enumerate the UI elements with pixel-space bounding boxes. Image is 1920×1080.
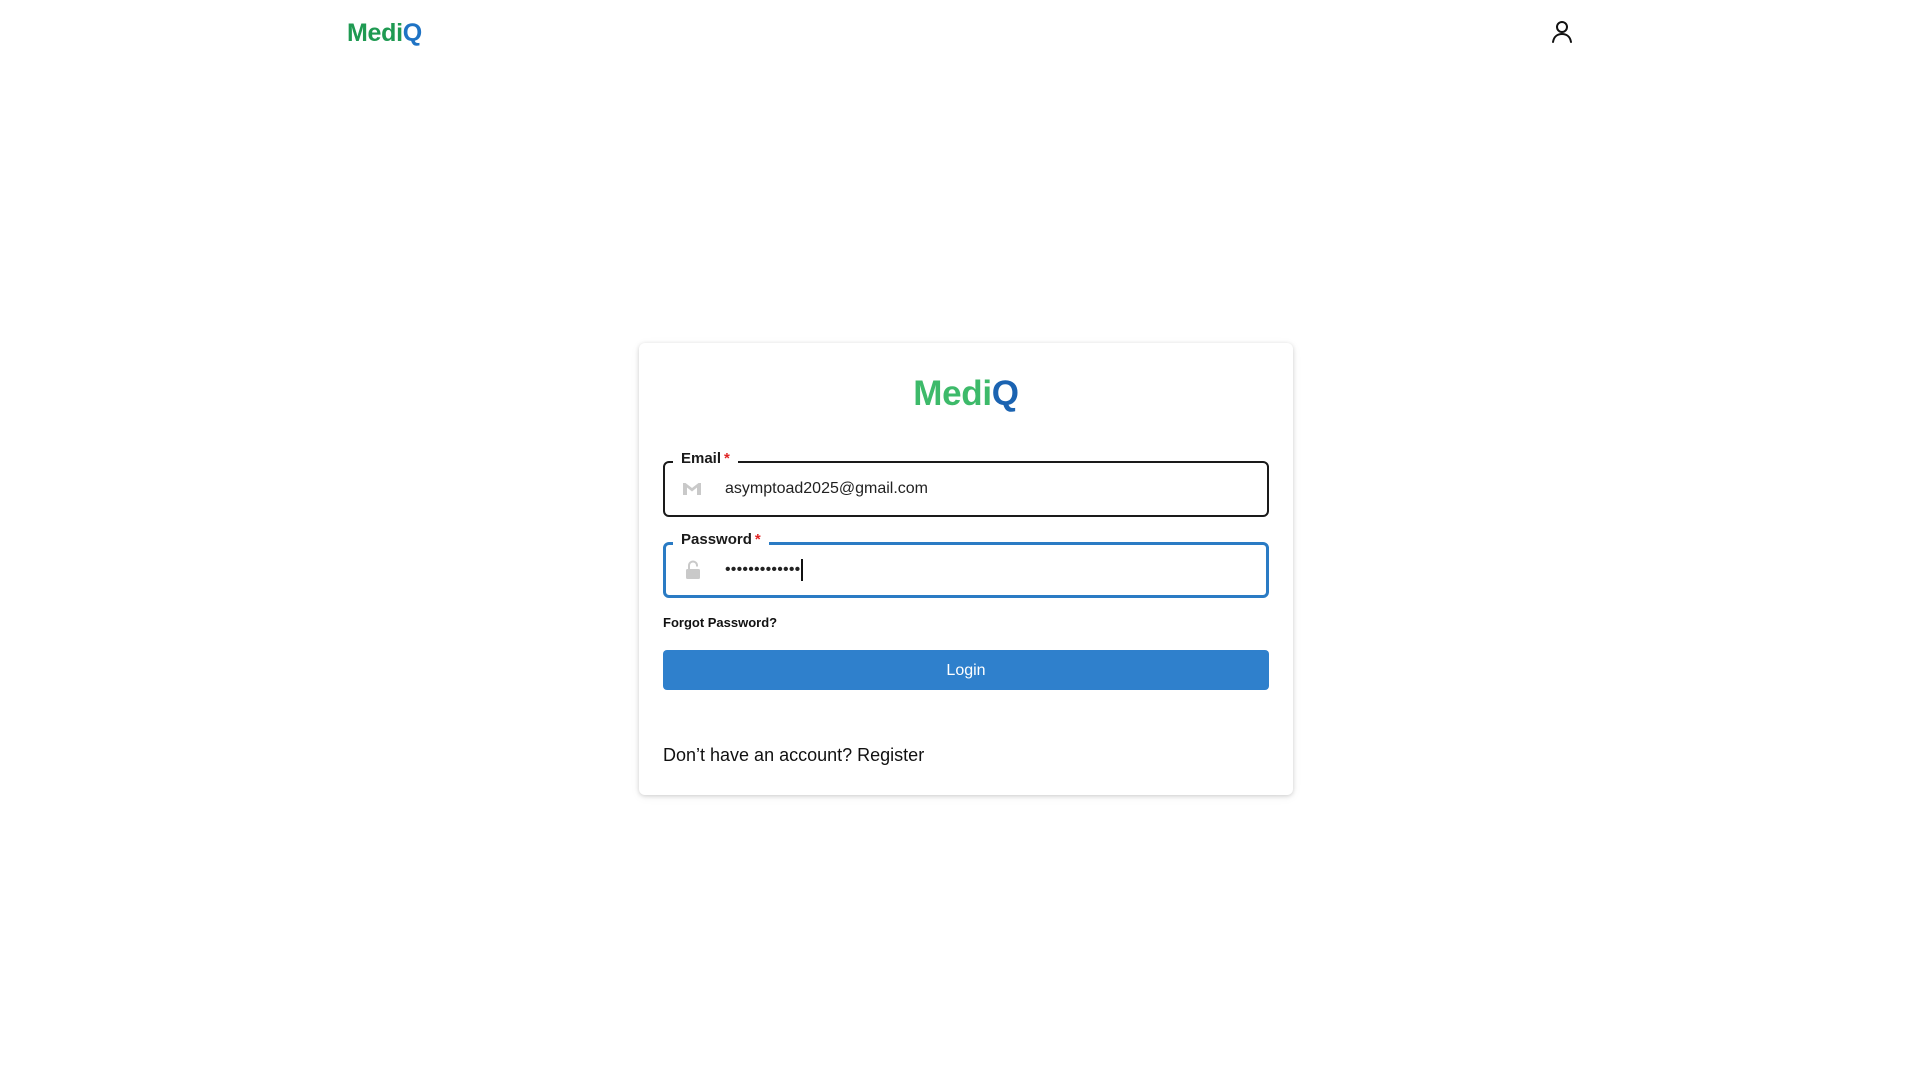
register-link[interactable]: Register — [857, 745, 924, 765]
card-logo-q: Q — [991, 374, 1019, 413]
password-label-text: Password — [681, 531, 752, 548]
top-navbar: MediQ — [0, 0, 1920, 66]
text-caret — [801, 559, 803, 581]
password-required-mark: * — [754, 531, 761, 548]
nav-logo[interactable]: MediQ — [347, 18, 422, 48]
card-logo-medi: Medi — [913, 374, 992, 413]
nav-logo-q: Q — [402, 19, 422, 47]
register-prompt: Don’t have an account? Register — [663, 743, 924, 767]
user-icon-svg — [1552, 21, 1572, 43]
email-required-mark: * — [724, 450, 730, 467]
gmail-icon — [681, 478, 703, 500]
card-logo: MediQ — [639, 373, 1293, 415]
forgot-password-link[interactable]: Forgot Password? — [663, 614, 777, 632]
email-input[interactable]: asymptoad2025@gmail.com — [725, 480, 928, 498]
password-field[interactable]: Password * ••••••••••••• — [663, 530, 1269, 598]
nav-logo-medi: Medi — [347, 19, 403, 47]
login-card: MediQ Email * asymptoad2025@gmail.com Pas… — [639, 343, 1293, 795]
lock-icon — [682, 559, 704, 581]
login-button[interactable]: Login — [663, 650, 1269, 690]
password-input[interactable]: ••••••••••••• — [725, 559, 803, 581]
password-masked-value: ••••••••••••• — [725, 561, 801, 579]
email-label: Email * — [673, 449, 738, 469]
register-prompt-text: Don’t have an account? — [663, 745, 853, 765]
user-icon[interactable] — [1548, 18, 1576, 46]
password-label: Password * — [673, 530, 769, 550]
email-label-text: Email — [681, 450, 722, 467]
email-field[interactable]: Email * asymptoad2025@gmail.com — [663, 449, 1269, 517]
